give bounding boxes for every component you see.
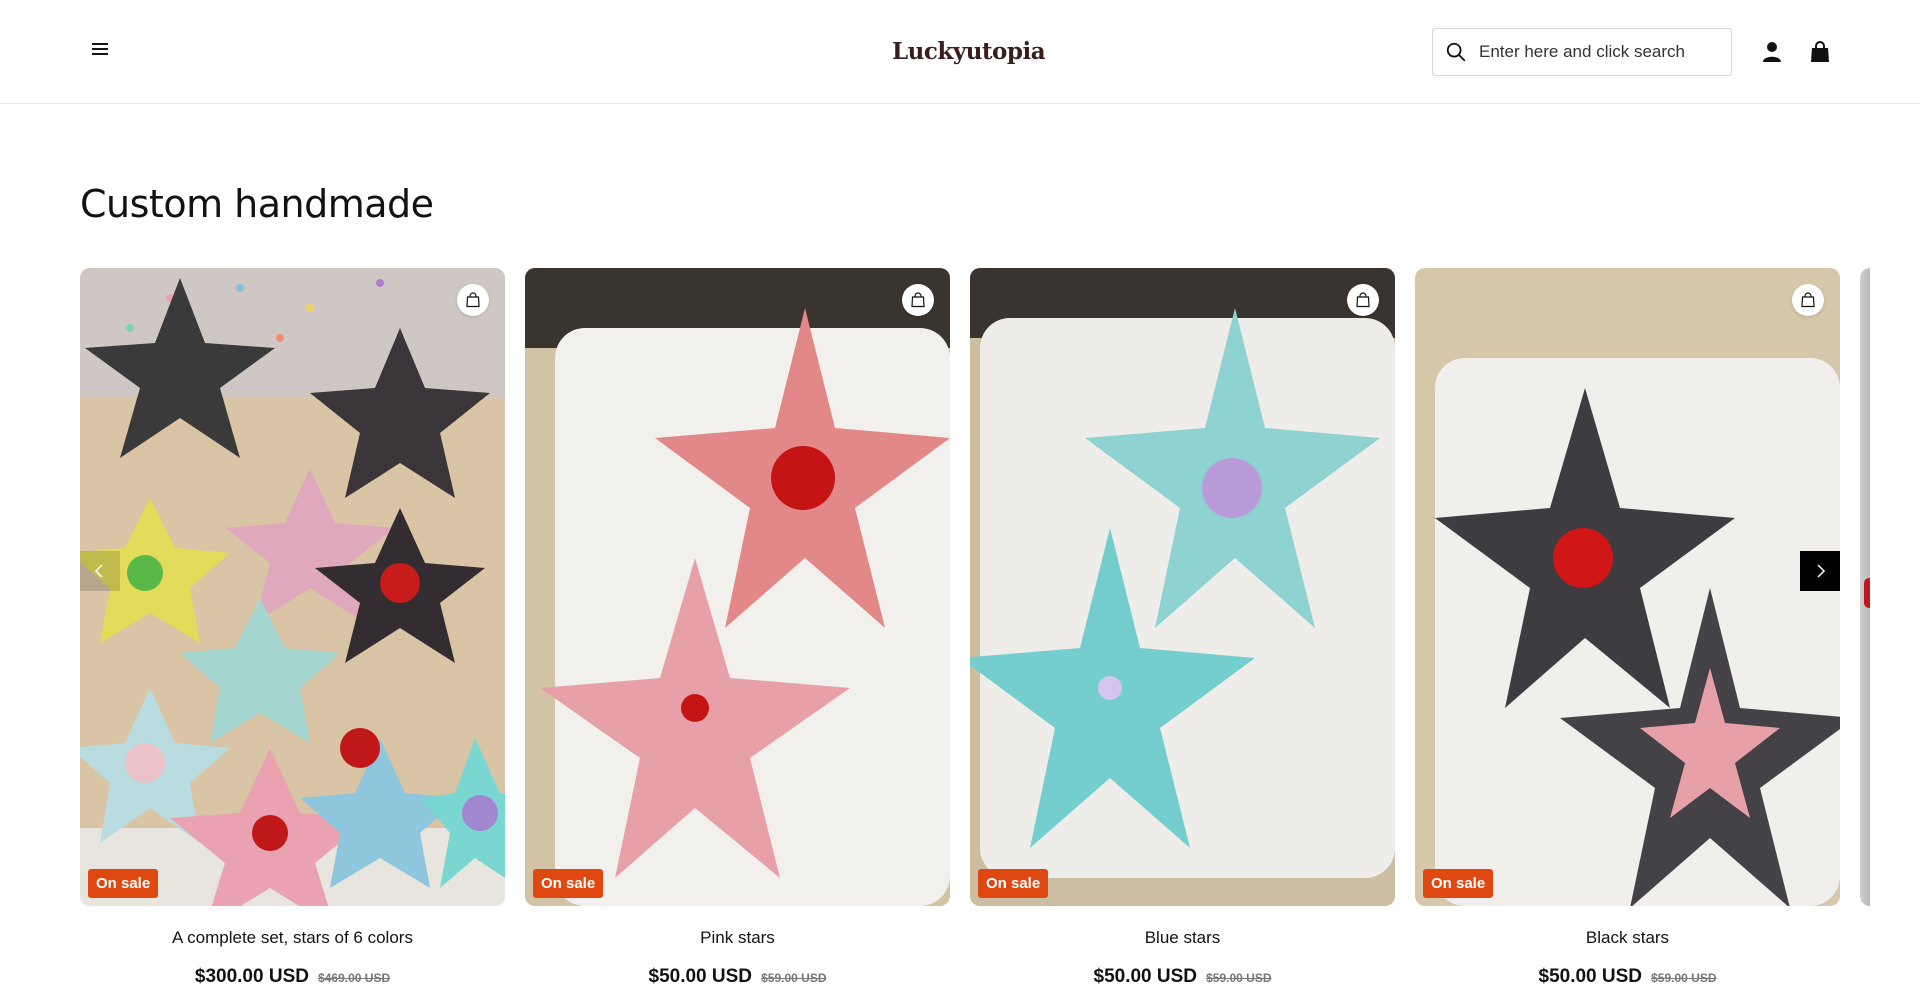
compare-price: $59.00 USD <box>1206 971 1272 985</box>
product-photo <box>970 268 1395 906</box>
menu-icon[interactable] <box>88 40 112 64</box>
search-icon[interactable] <box>1445 41 1467 63</box>
compare-price: $59.00 USD <box>761 971 827 985</box>
bag-plus-icon <box>466 292 480 308</box>
product-photo <box>525 268 950 906</box>
quick-add-button[interactable] <box>1347 284 1379 316</box>
sale-price: $50.00 USD <box>1093 966 1198 987</box>
chevron-right-icon <box>1817 564 1826 578</box>
sale-badge: On sale <box>88 869 159 898</box>
product-price: $50.00 USD $59.00 USD <box>1415 966 1840 988</box>
search-input[interactable] <box>1479 42 1719 62</box>
product-card[interactable]: On sale Pink stars $50.00 USD $59.00 USD <box>525 268 950 988</box>
product-image[interactable]: On sale <box>80 268 505 906</box>
sale-badge: On sale <box>978 869 1049 898</box>
compare-price: $59.00 USD <box>1651 971 1717 985</box>
sale-badge: On sale <box>1423 869 1494 898</box>
product-price: $50.00 USD $59.00 USD <box>525 966 950 988</box>
quick-add-button[interactable] <box>902 284 934 316</box>
product-title[interactable]: A complete set, stars of 6 colors <box>80 928 505 948</box>
product-image[interactable]: On sale <box>525 268 950 906</box>
quick-add-button[interactable] <box>1792 284 1824 316</box>
product-image[interactable]: On sale <box>1415 268 1840 906</box>
product-price: $50.00 USD $59.00 USD <box>970 966 1395 988</box>
compare-price: $469.00 USD <box>318 971 391 985</box>
product-card[interactable]: On sale A complete set, stars of 6 color… <box>80 268 505 988</box>
product-title[interactable]: Blue stars <box>970 928 1395 948</box>
carousel-next-button[interactable] <box>1800 551 1840 591</box>
account-icon[interactable] <box>1760 40 1784 64</box>
product-price: $300.00 USD $469.00 USD <box>80 966 505 988</box>
sale-badge: On sale <box>533 869 604 898</box>
product-card[interactable]: On sale Black stars $50.00 USD $59.00 US… <box>1415 268 1840 988</box>
product-title[interactable]: Black stars <box>1415 928 1840 948</box>
section-title: Custom handmade <box>80 182 434 226</box>
bag-plus-icon <box>1356 292 1370 308</box>
product-card[interactable]: On sale Blue stars $50.00 USD $59.00 USD <box>970 268 1395 988</box>
product-title[interactable]: Pink stars <box>525 928 950 948</box>
product-photo <box>1415 268 1840 906</box>
search-box[interactable] <box>1432 28 1732 76</box>
product-photo <box>80 268 505 906</box>
site-header: Luckyutopia <box>0 0 1920 104</box>
bag-plus-icon <box>911 292 925 308</box>
next-product-peek[interactable] <box>1860 268 1870 906</box>
bag-plus-icon <box>1801 292 1815 308</box>
chevron-left-icon <box>94 564 103 578</box>
product-image[interactable]: On sale <box>970 268 1395 906</box>
quick-add-button[interactable] <box>457 284 489 316</box>
sale-price: $300.00 USD <box>194 966 309 987</box>
sale-price: $50.00 USD <box>1538 966 1643 987</box>
site-logo[interactable]: Luckyutopia <box>892 38 1046 65</box>
sale-price: $50.00 USD <box>648 966 753 987</box>
carousel-prev-button[interactable] <box>80 551 120 591</box>
cart-icon[interactable] <box>1808 40 1832 64</box>
